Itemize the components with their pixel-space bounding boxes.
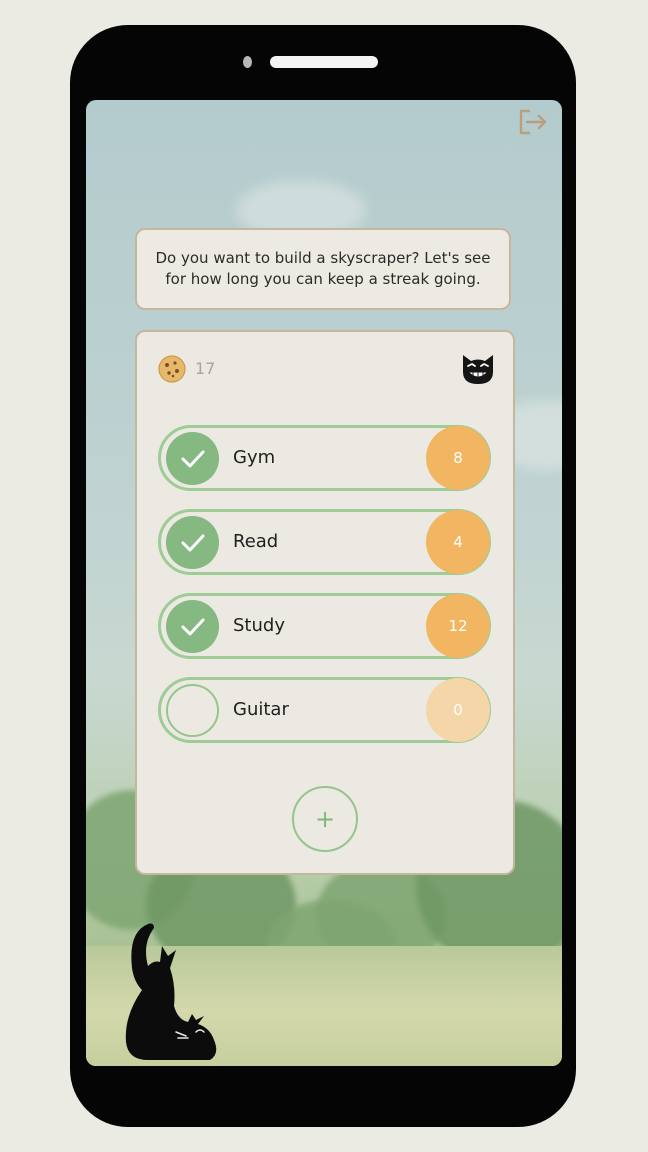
habit-checkbox[interactable] [166,432,219,485]
habit-row[interactable]: Gym 8 [158,425,491,491]
camera [243,56,252,68]
habit-checkbox[interactable] [166,516,219,569]
streak-counter: 12 [426,594,490,658]
speaker [270,56,378,68]
black-cat-illustration [118,920,224,1062]
habit-checkbox[interactable] [166,600,219,653]
streak-counter: 0 [426,678,490,742]
habit-name: Read [233,531,279,552]
habit-row[interactable]: Guitar 0 [158,677,491,743]
habit-name: Guitar [233,699,289,720]
habit-checkbox[interactable] [166,684,219,737]
logout-icon[interactable] [516,106,550,138]
cookie-icon [157,354,187,384]
habit-row[interactable]: Study 12 [158,593,491,659]
plus-icon: + [314,805,336,833]
streak-counter: 8 [426,426,490,490]
habit-name: Study [233,615,285,636]
habit-name: Gym [233,447,276,468]
habit-row[interactable]: Read 4 [158,509,491,575]
streak-counter: 4 [426,510,490,574]
cookie-count: 17 [195,359,216,378]
intro-message: Do you want to build a skyscraper? Let's… [135,228,511,310]
intro-text: Do you want to build a skyscraper? Let's… [155,249,491,288]
add-habit-button[interactable]: + [292,786,358,852]
grinning-cat-icon[interactable] [460,352,496,386]
